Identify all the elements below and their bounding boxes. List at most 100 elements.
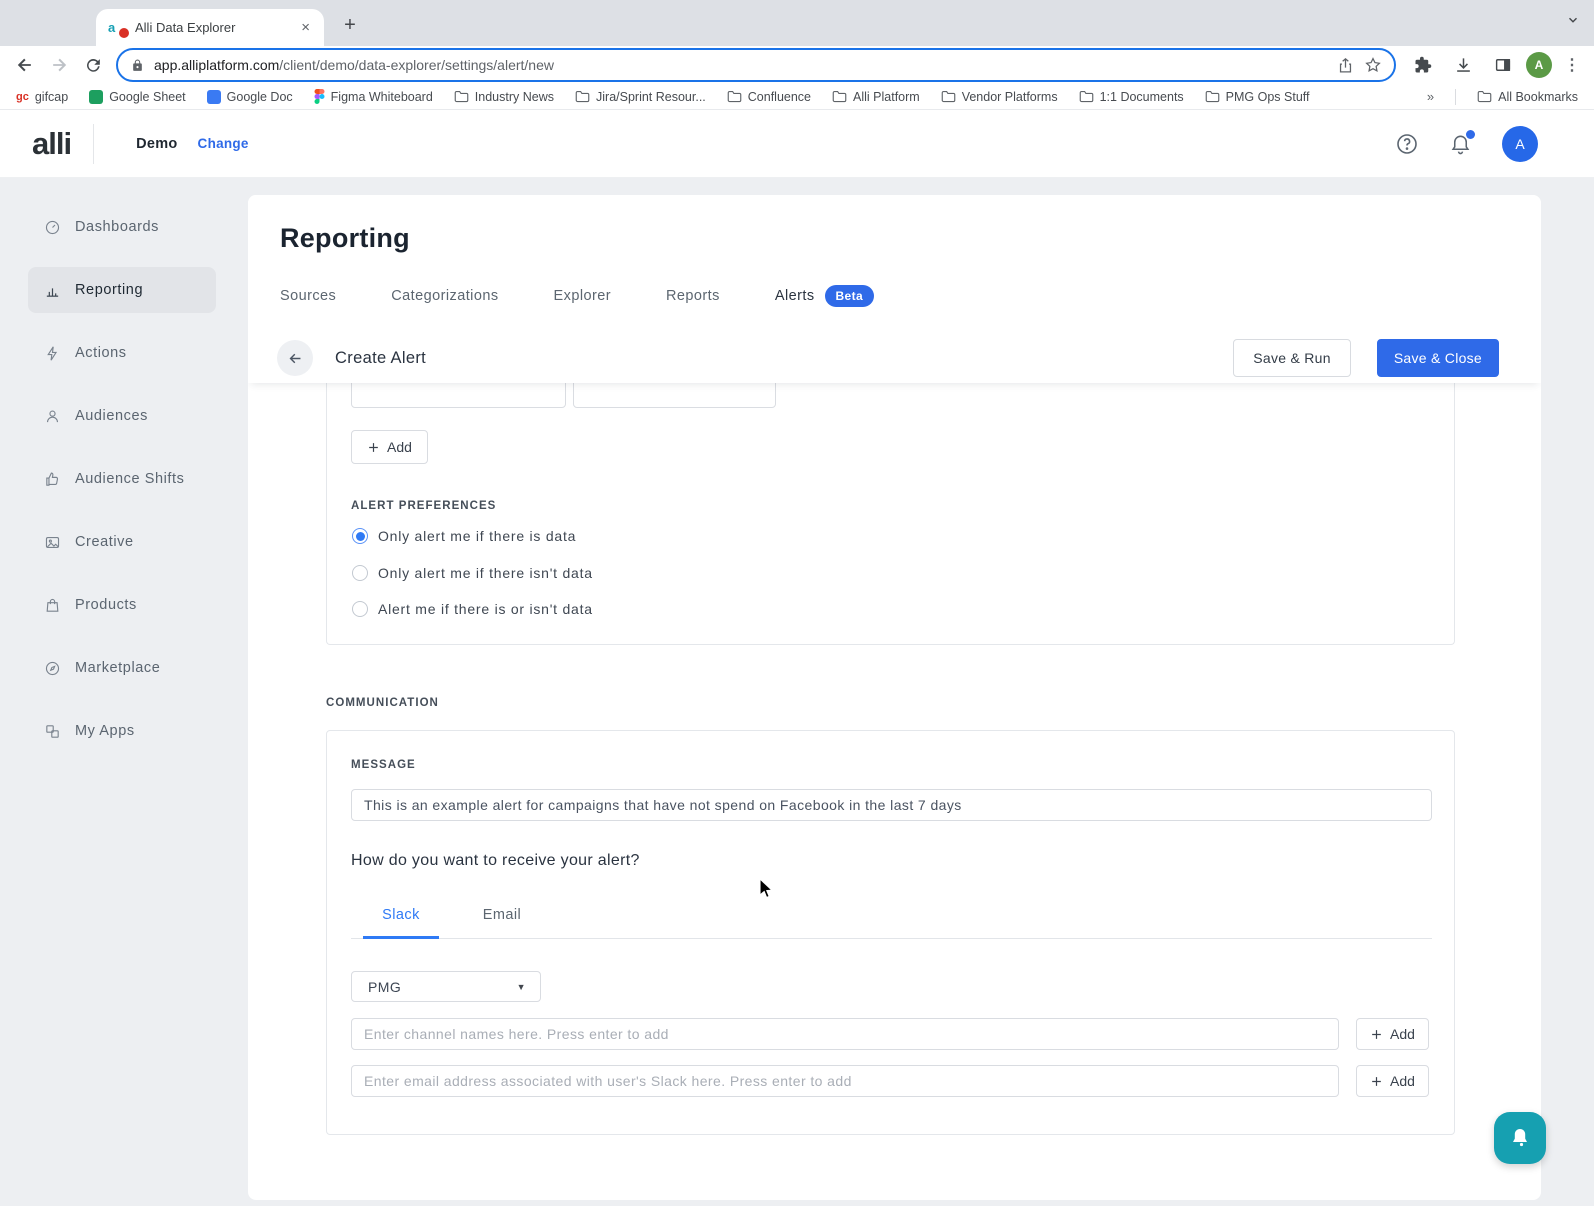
help-icon[interactable] [1395, 132, 1419, 156]
reporting-header: Reporting Sources Categorizations Explor… [248, 195, 1541, 383]
bookmark-item[interactable]: 1:1 Documents [1079, 90, 1184, 104]
chat-widget-button[interactable] [1494, 1112, 1546, 1164]
sidebar-item-my-apps[interactable]: My Apps [28, 708, 216, 754]
bookmark-item[interactable]: Vendor Platforms [941, 90, 1058, 104]
add-condition-button[interactable]: Add [351, 430, 428, 464]
share-icon[interactable] [1337, 57, 1354, 74]
receive-question: How do you want to receive your alert? [351, 852, 640, 870]
bookmark-item[interactable]: Alli Platform [832, 90, 920, 104]
url-text: app.alliplatform.com/client/demo/data-ex… [154, 57, 1327, 73]
tab-sources[interactable]: Sources [280, 288, 336, 304]
lock-icon [131, 59, 144, 72]
browser-menu-icon[interactable]: ⋮ [1558, 55, 1586, 75]
back-icon[interactable] [8, 48, 42, 82]
apps-grid-icon [44, 723, 61, 740]
folder-icon [454, 90, 469, 103]
folder-icon [1477, 90, 1492, 103]
bookmark-item[interactable]: Industry News [454, 90, 554, 104]
condition-field-partial[interactable] [573, 383, 776, 408]
channel-tabs: Slack Email [351, 899, 1432, 939]
change-client-link[interactable]: Change [198, 136, 249, 151]
browser-profile-avatar[interactable]: A [1526, 52, 1552, 78]
sidebar-item-products[interactable]: Products [28, 582, 216, 628]
browser-tab[interactable]: a Alli Data Explorer × [96, 9, 324, 46]
app-header: alli Demo Change A [0, 110, 1594, 178]
add-channel-button[interactable]: Add [1356, 1018, 1429, 1050]
radio-option-only-if-data[interactable]: Only alert me if there is data [352, 528, 576, 544]
bookmark-item[interactable]: Confluence [727, 90, 811, 104]
radio-option-only-if-no-data[interactable]: Only alert me if there isn't data [352, 565, 593, 581]
plus-icon [367, 441, 380, 454]
tab-reports[interactable]: Reports [666, 288, 720, 304]
sidebar-item-dashboards[interactable]: Dashboards [28, 204, 216, 250]
bookmarks-bar: gc gifcap Google Sheet Google Doc Figma … [0, 84, 1594, 110]
tab-search-chevron-icon[interactable] [1566, 13, 1580, 27]
chevron-down-icon: ▼ [517, 982, 526, 992]
sidebar-item-marketplace[interactable]: Marketplace [28, 645, 216, 691]
sidebar-item-actions[interactable]: Actions [28, 330, 216, 376]
folder-icon [575, 90, 590, 103]
slack-email-input[interactable] [351, 1065, 1339, 1097]
sidebar-item-creative[interactable]: Creative [28, 519, 216, 565]
radio-option-either[interactable]: Alert me if there is or isn't data [352, 601, 593, 617]
radio-unselected-icon[interactable] [352, 601, 368, 617]
divider [1455, 89, 1456, 105]
radio-unselected-icon[interactable] [352, 565, 368, 581]
sidebar-item-audiences[interactable]: Audiences [28, 393, 216, 439]
bell-icon [1508, 1126, 1532, 1150]
url-bar[interactable]: app.alliplatform.com/client/demo/data-ex… [116, 48, 1396, 82]
bookmarks-overflow-icon[interactable]: » [1427, 89, 1434, 104]
all-bookmarks[interactable]: All Bookmarks [1477, 90, 1578, 104]
thumbs-up-icon [44, 471, 61, 488]
close-tab-icon[interactable]: × [297, 19, 314, 36]
bar-chart-icon [44, 282, 61, 299]
tab-explorer[interactable]: Explorer [554, 288, 611, 304]
dashboard-gauge-icon [44, 219, 61, 236]
folder-icon [1079, 90, 1094, 103]
back-button[interactable] [277, 340, 313, 376]
tab-alerts[interactable]: Alerts Beta [775, 285, 874, 307]
browser-toolbar: app.alliplatform.com/client/demo/data-ex… [0, 46, 1594, 84]
new-tab-button[interactable]: + [336, 12, 364, 40]
folder-icon [941, 90, 956, 103]
bookmark-item[interactable]: PMG Ops Stuff [1205, 90, 1310, 104]
alli-logo[interactable]: alli [32, 126, 71, 162]
bookmark-star-icon[interactable] [1364, 56, 1382, 74]
downloads-icon[interactable] [1446, 48, 1480, 82]
sidebar-item-reporting[interactable]: Reporting [28, 267, 216, 313]
bookmark-item[interactable]: Figma Whiteboard [314, 89, 433, 104]
beta-badge: Beta [825, 285, 874, 307]
add-email-button[interactable]: Add [1356, 1065, 1429, 1097]
notifications-bell-icon[interactable] [1449, 132, 1472, 155]
message-input[interactable] [351, 789, 1432, 821]
create-alert-subheader: Create Alert Save & Run Save & Close [248, 333, 1541, 383]
site-favicon-icon: a [108, 19, 126, 37]
save-and-close-button[interactable]: Save & Close [1377, 339, 1499, 377]
sidebar-item-audience-shifts[interactable]: Audience Shifts [28, 456, 216, 502]
bookmark-item[interactable]: Google Sheet [89, 90, 185, 104]
condition-field-partial[interactable] [351, 383, 566, 408]
user-avatar[interactable]: A [1502, 126, 1538, 162]
tab-categorizations[interactable]: Categorizations [391, 288, 498, 304]
bookmark-item[interactable]: Google Doc [207, 90, 293, 104]
main-panel: Add ALERT PREFERENCES Only alert me if t… [248, 195, 1541, 1200]
extensions-icon[interactable] [1406, 48, 1440, 82]
person-icon [44, 408, 61, 425]
tab-email[interactable]: Email [467, 899, 537, 938]
compass-icon [44, 660, 61, 677]
tab-title: Alli Data Explorer [135, 20, 288, 35]
channel-names-input[interactable] [351, 1018, 1339, 1050]
plus-icon [1370, 1028, 1383, 1041]
radio-selected-icon[interactable] [352, 528, 368, 544]
google-doc-icon [207, 90, 221, 104]
google-sheet-icon [89, 90, 103, 104]
bookmark-item[interactable]: gc gifcap [16, 90, 68, 104]
slack-workspace-select[interactable]: PMG ▼ [351, 971, 541, 1002]
save-and-run-button[interactable]: Save & Run [1233, 339, 1351, 377]
plus-icon [1370, 1075, 1383, 1088]
side-panel-icon[interactable] [1486, 48, 1520, 82]
tab-slack[interactable]: Slack [363, 899, 439, 938]
reload-icon[interactable] [76, 48, 110, 82]
bookmark-item[interactable]: Jira/Sprint Resour... [575, 90, 706, 104]
forward-icon[interactable] [42, 48, 76, 82]
